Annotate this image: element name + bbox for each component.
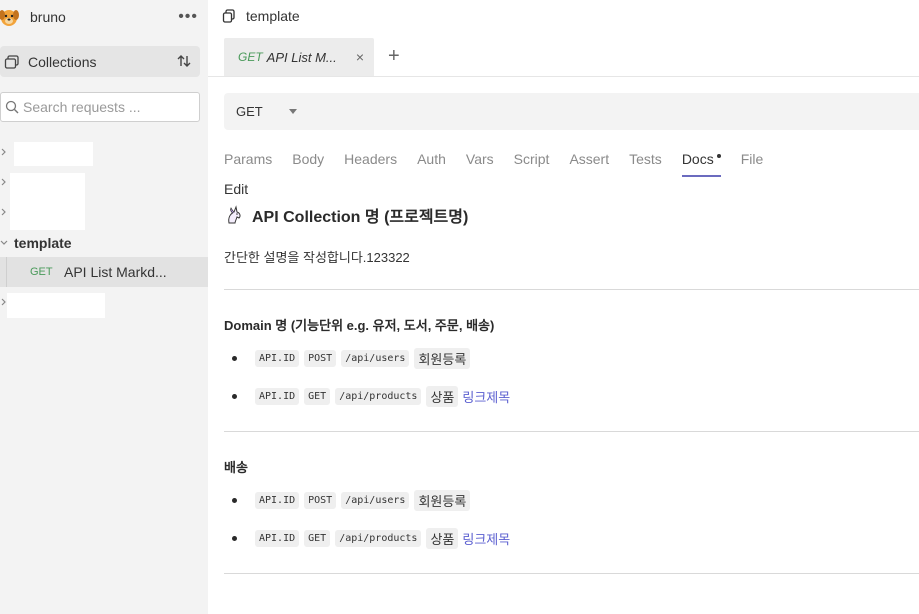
request-tabs: GET API List M... × + bbox=[208, 36, 919, 77]
api-description: 상품 bbox=[426, 527, 459, 549]
unicorn-emoji-icon bbox=[228, 205, 241, 224]
collections-icon bbox=[4, 54, 19, 69]
request-tab[interactable]: GET API List M... × bbox=[224, 38, 374, 76]
collection-icon bbox=[222, 9, 235, 23]
tab-name: API List M... bbox=[266, 49, 337, 65]
divider bbox=[224, 573, 919, 574]
url-bar[interactable]: GET bbox=[224, 93, 919, 130]
tab-script[interactable]: Script bbox=[514, 150, 550, 177]
tab-body[interactable]: Body bbox=[292, 150, 324, 177]
tree-indent-guide bbox=[6, 257, 7, 287]
chevron-down-icon[interactable] bbox=[288, 109, 297, 114]
tab-auth[interactable]: Auth bbox=[417, 150, 446, 177]
tab-assert[interactable]: Assert bbox=[569, 150, 609, 177]
list-item: API.ID GET /api/products 상품 링크제목 bbox=[232, 527, 510, 549]
new-tab-button[interactable]: + bbox=[388, 45, 400, 68]
doc-title-text: API Collection 명 (프로젝트명) bbox=[252, 209, 469, 226]
doc-link[interactable]: 링크제목 bbox=[462, 529, 510, 548]
collections-label: Collections bbox=[28, 53, 97, 70]
sort-icon[interactable] bbox=[176, 53, 192, 69]
bullet-icon bbox=[232, 355, 237, 361]
collections-header[interactable]: Collections bbox=[0, 46, 200, 77]
edit-docs-link[interactable]: Edit bbox=[224, 181, 248, 197]
api-id-code: API.ID bbox=[255, 387, 300, 405]
workspace-header: template bbox=[208, 0, 919, 32]
tree-folder-template[interactable]: template bbox=[0, 234, 208, 252]
api-id-code: API.ID bbox=[255, 349, 300, 367]
chevron-down-icon[interactable] bbox=[0, 239, 8, 247]
request-name: API List Markd... bbox=[64, 264, 167, 280]
close-icon[interactable]: × bbox=[356, 49, 364, 65]
api-description: 회원등록 bbox=[414, 347, 471, 369]
api-method-code: GET bbox=[304, 387, 331, 405]
divider bbox=[224, 289, 919, 290]
bruno-dog-logo-icon bbox=[0, 10, 19, 26]
tab-vars[interactable]: Vars bbox=[466, 150, 494, 177]
search-box bbox=[0, 92, 200, 122]
app-window: bruno ••• Collections Search requests ..… bbox=[0, 0, 919, 614]
method-select[interactable]: GET bbox=[236, 104, 263, 119]
request-subtabs: Params Body Headers Auth Vars Script Ass… bbox=[224, 150, 783, 178]
list-item: API.ID POST /api/users 회원등록 bbox=[232, 489, 474, 511]
search-input[interactable] bbox=[23, 99, 193, 115]
sidebar: bruno ••• Collections Search requests ..… bbox=[0, 0, 208, 614]
redacted-collection[interactable] bbox=[7, 293, 105, 318]
tab-file[interactable]: File bbox=[741, 150, 764, 177]
api-path-code: /api/products bbox=[335, 387, 422, 405]
section-heading: 배송 bbox=[224, 460, 248, 475]
doc-heading: API Collection 명 (프로젝트명) bbox=[224, 203, 468, 227]
chevron-right-icon[interactable] bbox=[0, 178, 8, 186]
chevron-right-icon[interactable] bbox=[0, 208, 8, 216]
redacted-collection[interactable] bbox=[10, 173, 85, 230]
more-options-icon[interactable]: ••• bbox=[178, 8, 198, 26]
section-heading: Domain 명 (기능단위 e.g. 유저, 도서, 주문, 배송) bbox=[224, 318, 495, 333]
tab-method: GET bbox=[238, 50, 263, 64]
chevron-right-icon[interactable] bbox=[0, 148, 8, 156]
redacted-collection[interactable] bbox=[14, 142, 93, 166]
bullet-icon bbox=[232, 535, 237, 541]
tree-request-item[interactable]: GET API List Markd... bbox=[0, 257, 208, 287]
api-description: 상품 bbox=[426, 385, 459, 407]
list-item: API.ID POST /api/users 회원등록 bbox=[232, 347, 474, 369]
tree-folder-label: template bbox=[14, 235, 72, 251]
brand-name: bruno bbox=[30, 9, 66, 25]
search-icon bbox=[5, 100, 19, 114]
api-description: 회원등록 bbox=[414, 489, 471, 511]
api-path-code: /api/users bbox=[341, 349, 410, 367]
bullet-icon bbox=[232, 393, 237, 399]
main-panel: template GET API List M... × + GET Param… bbox=[208, 0, 919, 614]
tab-docs-label: Docs bbox=[681, 151, 714, 167]
tab-docs[interactable]: Docs bbox=[681, 150, 721, 177]
divider bbox=[224, 431, 919, 432]
tab-params[interactable]: Params bbox=[224, 150, 272, 177]
brand-header: bruno ••• bbox=[0, 4, 208, 30]
unsaved-dot-icon bbox=[716, 154, 721, 158]
doc-description: 간단한 설명을 작성합니다.123322 bbox=[224, 250, 410, 265]
list-item: API.ID GET /api/products 상품 링크제목 bbox=[232, 385, 510, 407]
doc-link[interactable]: 링크제목 bbox=[462, 387, 510, 406]
tab-tests[interactable]: Tests bbox=[629, 150, 662, 177]
api-id-code: API.ID bbox=[255, 529, 300, 547]
request-method-badge: GET bbox=[30, 266, 53, 278]
api-method-code: GET bbox=[304, 529, 331, 547]
api-method-code: POST bbox=[304, 491, 337, 509]
api-path-code: /api/users bbox=[341, 491, 410, 509]
bullet-icon bbox=[232, 497, 237, 503]
api-method-code: POST bbox=[304, 349, 337, 367]
tab-headers[interactable]: Headers bbox=[344, 150, 397, 177]
workspace-title: template bbox=[246, 8, 300, 24]
api-path-code: /api/products bbox=[335, 529, 422, 547]
api-id-code: API.ID bbox=[255, 491, 300, 509]
